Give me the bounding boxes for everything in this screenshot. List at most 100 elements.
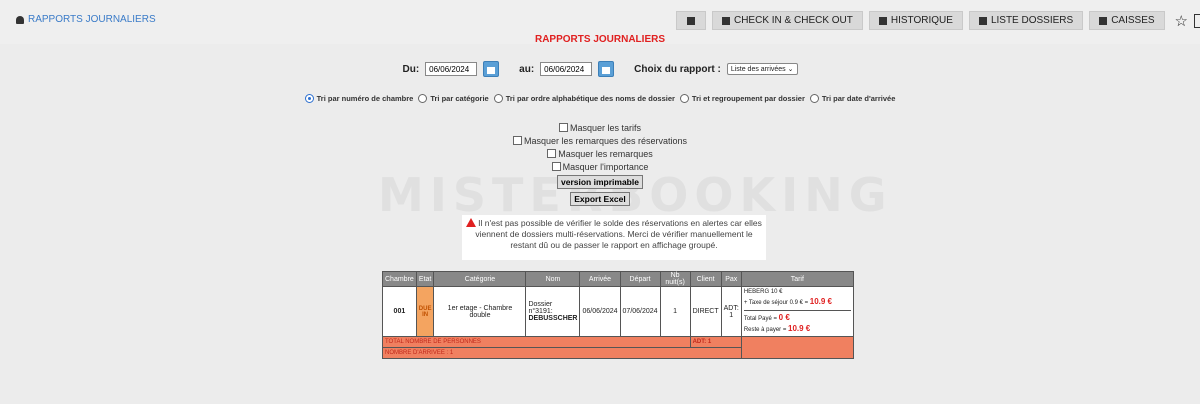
historique-label: HISTORIQUE	[890, 15, 953, 26]
col-header: Etat	[415, 271, 435, 287]
option-label: Masquer l'importance	[562, 161, 649, 172]
sort-option-chambre[interactable]: Tri par numéro de chambre	[304, 94, 414, 103]
sort-option-dossier[interactable]: Tri et regroupement par dossier	[679, 94, 805, 103]
calendar-from-icon[interactable]	[483, 61, 500, 77]
col-header: Nb nuit(s)	[659, 271, 691, 287]
liste-dossiers-label: LISTE DOSSIERS	[990, 15, 1074, 26]
col-header: Départ	[619, 271, 661, 287]
caisses-label: CAISSES	[1111, 15, 1155, 26]
calendar-to-icon[interactable]	[598, 61, 615, 77]
nombre-arrivee-label: NOMBRE D'ARRIVEE : 1	[382, 347, 742, 359]
checkin-checkout-label: CHECK IN & CHECK OUT	[733, 15, 853, 26]
cell-arrivee: 06/06/2024	[579, 286, 621, 337]
guest-name: DEBUSSCHER	[528, 315, 578, 322]
col-header: Catégorie	[433, 271, 527, 287]
tarif-reste-label: Reste à payer =	[743, 327, 787, 333]
col-header: Pax	[720, 271, 742, 287]
checkbox[interactable]	[512, 136, 522, 145]
total-personnes-value: ADT: 1	[689, 336, 742, 348]
table-header: Chambre Etat Catégorie Nom Arrivée Dépar…	[382, 271, 854, 287]
caisses-button[interactable]: CAISSES	[1089, 11, 1165, 30]
option-label: Masquer les tarifs	[569, 122, 642, 133]
tarif-paye: 0 €	[778, 313, 790, 322]
cell-client: DIRECT	[689, 286, 722, 337]
radio[interactable]	[418, 94, 428, 103]
alert-text: Il n'est pas possible de vérifier le sol…	[475, 218, 762, 250]
sort-option-date[interactable]: Tri par date d'arrivée	[809, 94, 896, 103]
sort-option-label: Tri par date d'arrivée	[821, 94, 896, 103]
col-header: Chambre	[382, 271, 417, 287]
radio[interactable]	[493, 94, 503, 103]
cell-etat: DUE IN	[415, 286, 435, 337]
report-type-select[interactable]: Liste des arrivées ⌄	[726, 63, 798, 75]
panel-icon[interactable]	[1194, 13, 1200, 28]
liste-dossiers-button[interactable]: LISTE DOSSIERS	[968, 11, 1084, 30]
folder-button[interactable]	[675, 11, 706, 30]
warning-icon	[466, 218, 477, 227]
calendar-icon	[978, 16, 987, 25]
version-imprimable-button[interactable]: version imprimable	[557, 175, 643, 189]
radio[interactable]	[679, 94, 689, 103]
checkbox[interactable]	[551, 162, 561, 171]
masquer-importance-option[interactable]: Masquer l'importance	[551, 161, 649, 172]
date-from-input[interactable]	[425, 62, 478, 76]
tarif-total: 10.9 €	[809, 297, 833, 306]
checkin-checkout-button[interactable]: CHECK IN & CHECK OUT	[711, 11, 863, 30]
table-row[interactable]: 001 DUE IN 1er etage - Chambre double Do…	[382, 286, 854, 337]
col-header: Client	[689, 271, 722, 287]
date-filter-row: Du: au: Choix du rapport : Liste des arr…	[0, 61, 1200, 77]
tarif-taxe: + Taxe de séjour 0.9 € =	[743, 300, 809, 306]
breadcrumb-label: RAPPORTS JOURNALIERS	[28, 14, 156, 25]
masquer-remarques-option[interactable]: Masquer les remarques	[547, 148, 653, 159]
radio[interactable]	[809, 94, 819, 103]
calendar-icon	[721, 16, 730, 25]
sort-option-label: Tri par catégorie	[430, 94, 489, 103]
choix-label: Choix du rapport :	[634, 63, 721, 75]
col-header: Nom	[525, 271, 581, 287]
option-label: Masquer les remarques	[558, 148, 653, 159]
cell-tarif: HEBERG 10 € + Taxe de séjour 0.9 € = 10.…	[740, 286, 854, 337]
bell-icon	[16, 15, 24, 24]
col-header: Arrivée	[579, 271, 621, 287]
empty-cell	[740, 336, 854, 359]
cell-pax: ADT: 1	[720, 286, 742, 337]
calendar-icon	[878, 16, 887, 25]
tarif-reste: 10.9 €	[788, 324, 811, 333]
document-icon	[1099, 16, 1108, 25]
sort-option-label: Tri par numéro de chambre	[316, 94, 414, 103]
cell-depart: 07/06/2024	[619, 286, 661, 337]
dossier-number: Dossier n°3191:	[528, 301, 553, 315]
col-header: Tarif	[740, 271, 854, 287]
export-excel-button[interactable]: Export Excel	[570, 192, 630, 206]
radio-selected[interactable]	[304, 94, 314, 103]
cell-categorie: 1er etage - Chambre double	[433, 286, 527, 337]
sort-option-categorie[interactable]: Tri par catégorie	[418, 94, 489, 103]
total-personnes-row: TOTAL NOMBRE DE PERSONNES ADT: 1	[382, 336, 854, 359]
breadcrumb[interactable]: RAPPORTS JOURNALIERS	[16, 14, 156, 25]
sort-option-label: Tri par ordre alphabétique des noms de d…	[505, 94, 675, 103]
date-to-input[interactable]	[540, 62, 593, 76]
option-label: Masquer les remarques des réservations	[523, 135, 688, 146]
star-icon[interactable]: ☆	[1175, 12, 1188, 30]
du-label: Du:	[402, 63, 420, 75]
sort-options: Tri par numéro de chambre Tri par catégo…	[0, 94, 1200, 103]
checkbox[interactable]	[558, 123, 568, 132]
report-type-value: Liste des arrivées	[730, 65, 786, 73]
cell-chambre: 001	[382, 286, 417, 337]
alert-box: Il n'est pas possible de vérifier le sol…	[462, 215, 766, 260]
masquer-remarques-reservations-option[interactable]: Masquer les remarques des réservations	[512, 135, 688, 146]
page-title: RAPPORTS JOURNALIERS	[534, 34, 665, 45]
report-table: Chambre Etat Catégorie Nom Arrivée Dépar…	[382, 271, 854, 359]
cell-nom[interactable]: Dossier n°3191: DEBUSSCHER	[525, 286, 581, 337]
folder-icon	[686, 16, 695, 25]
historique-button[interactable]: HISTORIQUE	[868, 11, 963, 30]
checkbox[interactable]	[547, 149, 557, 158]
main-nav: CHECK IN & CHECK OUT HISTORIQUE LISTE DO…	[675, 11, 1200, 30]
display-options: Masquer les tarifs Masquer les remarques…	[0, 122, 1200, 206]
cell-nuits: 1	[659, 286, 691, 337]
au-label: au:	[519, 63, 535, 75]
total-personnes-label: TOTAL NOMBRE DE PERSONNES	[382, 336, 691, 348]
sort-option-alpha[interactable]: Tri par ordre alphabétique des noms de d…	[493, 94, 675, 103]
masquer-tarifs-option[interactable]: Masquer les tarifs	[558, 122, 642, 133]
tarif-paye-label: Total Payé =	[743, 316, 777, 322]
